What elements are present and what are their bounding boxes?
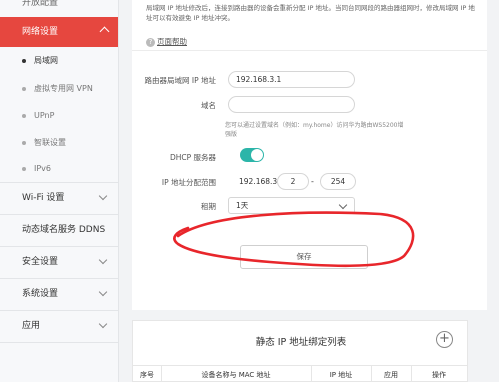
sidebar-item-system[interactable]: 系统设置 [0,278,118,310]
ip-address-label: 路由器局域网 IP 地址 [144,76,216,85]
sidebar-subitem-label: 智联设置 [34,138,66,147]
sidebar-item-wifi[interactable]: Wi-Fi 设置 [0,182,118,214]
router-admin-page: 开放配置 网络设置 局域网 虚拟专用网 VPN UPnP 智联设置 IPv6 W… [0,0,499,382]
sidebar-subitem-label: IPv6 [34,164,52,173]
sidebar-subitem-label: UPnP [34,111,55,120]
lease-label: 租期 [201,202,216,211]
chevron-down-icon [338,200,348,210]
dhcp-toggle[interactable] [240,148,264,162]
chevron-up-icon [99,26,110,37]
question-icon: ? [146,37,155,47]
divider [132,50,487,51]
lan-settings-card: 局域网 IP 地址修改后，连接到路由器的设备会重新分配 IP 地址。当同台同网段… [132,0,487,310]
sidebar-item-label: 应用 [22,321,41,331]
bullet-icon [22,114,26,118]
column-header: IP 地址 [329,371,353,379]
column-header: 应用 [384,371,398,379]
chevron-down-icon [98,191,108,201]
sidebar-item-apps[interactable]: 应用 [0,310,118,342]
sidebar-subitem-smart-link[interactable]: 智联设置 [0,129,118,157]
help-link-label: 页面帮助 [157,37,187,46]
sidebar-subitem-label: 局域网 [34,56,58,65]
bullet-icon [22,59,26,63]
lease-selected-value: 1天 [236,201,249,210]
plus-icon: + [439,331,450,346]
save-button[interactable]: 保存 [240,245,368,269]
sidebar-item-label: 网络设置 [22,27,59,37]
sidebar: 开放配置 网络设置 局域网 虚拟专用网 VPN UPnP 智联设置 IPv6 W… [0,0,119,382]
ip-address-input[interactable]: 192.168.3.1 [228,71,355,88]
column-header: 序号 [140,371,154,379]
lease-select[interactable]: 1天 [228,197,355,214]
help-link[interactable]: ? 页面帮助 [146,36,187,47]
sidebar-divider [0,342,118,343]
lan-description: 局域网 IP 地址修改后，连接到路由器的设备会重新分配 IP 地址。当同台同网段… [146,4,475,22]
sidebar-item-label: 安全设置 [22,257,59,267]
sidebar-item-label: 系统设置 [22,289,59,299]
ip-range-separator: - [311,177,314,186]
ip-range-start-input[interactable]: 2 [277,173,309,190]
chevron-down-icon [98,255,108,265]
add-binding-button[interactable]: + [436,331,453,348]
domain-label: 域名 [201,101,216,110]
ip-range-label: IP 地址分配范围 [161,178,216,187]
chevron-down-icon [98,319,108,329]
ip-range-end-input[interactable]: 254 [320,173,356,190]
column-header: 操作 [432,371,446,379]
sidebar-item-network-settings[interactable]: 网络设置 [0,17,118,47]
sidebar-item-security[interactable]: 安全设置 [0,246,118,278]
sidebar-subitem-vpn[interactable]: 虚拟专用网 VPN [0,75,118,103]
column-header: 设备名称与 MAC 地址 [201,371,271,379]
sidebar-subitem-ipv6[interactable]: IPv6 [0,155,118,183]
main-content: 局域网 IP 地址修改后，连接到路由器的设备会重新分配 IP 地址。当同台同网段… [119,0,499,382]
domain-input[interactable] [228,96,355,113]
dhcp-label: DHCP 服务器 [169,153,216,162]
domain-hint: 您可以通过设置域名（例如：my.home）访问华为路由WS5200增强版 [225,122,404,138]
bullet-icon [22,141,26,145]
sidebar-item-label: 动态域名服务 DDNS [22,225,106,235]
sidebar-subitem-upnp[interactable]: UPnP [0,102,118,130]
sidebar-item-ddns[interactable]: 动态域名服务 DDNS [0,214,118,246]
static-ip-title: 静态 IP 地址绑定列表 [255,337,347,348]
toggle-knob [251,149,263,161]
static-ip-card: 静态 IP 地址绑定列表 + 序号 设备名称与 MAC 地址 IP 地址 应用 … [132,320,468,382]
bullet-icon [22,87,26,91]
sidebar-subitem-label: 虚拟专用网 VPN [34,84,93,93]
static-ip-table-header: 序号 设备名称与 MAC 地址 IP 地址 应用 操作 [133,365,467,382]
sidebar-subitem-lan[interactable]: 局域网 [0,47,118,75]
sidebar-item-partial[interactable]: 开放配置 [0,0,118,16]
bullet-icon [22,167,26,171]
ip-range-prefix: 192.168.3. [239,177,280,186]
sidebar-item-label: Wi-Fi 设置 [22,193,65,203]
chevron-down-icon [98,287,108,297]
